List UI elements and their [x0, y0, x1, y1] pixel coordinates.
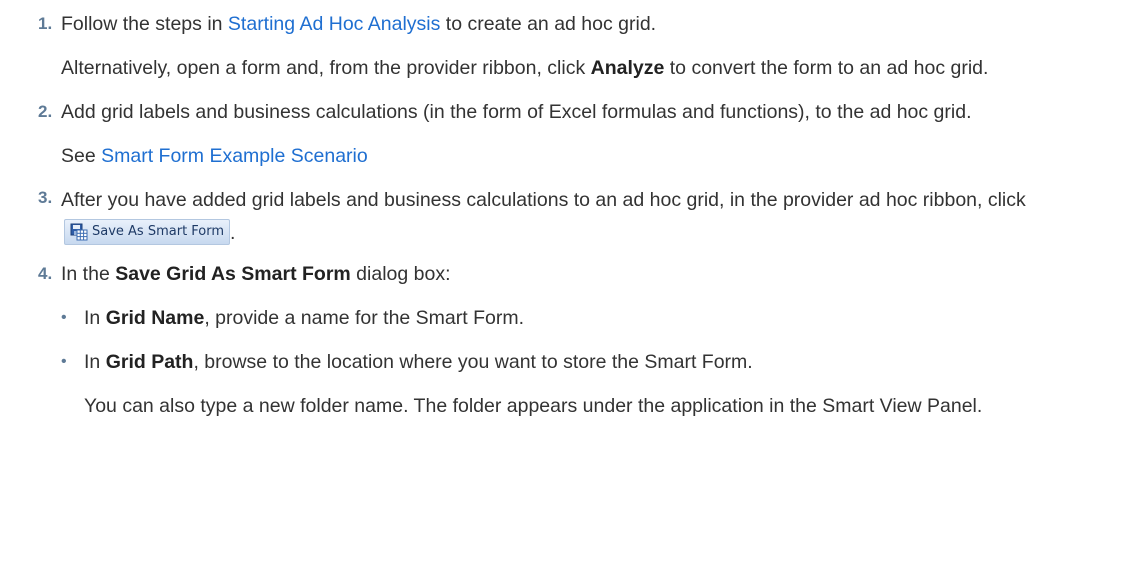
bullet-post: , browse to the location where you want … — [193, 351, 753, 373]
step-1: 1. Follow the steps in Starting Ad Hoc A… — [0, 10, 1126, 82]
step-text-post: . — [230, 222, 236, 244]
smart-form-example-scenario-link[interactable]: Smart Form Example Scenario — [101, 145, 368, 167]
step-alternative-text: Alternatively, open a form and, from the… — [61, 54, 1086, 82]
grid-path-term: Grid Path — [105, 351, 194, 373]
list-item: • In Grid Name, provide a name for the S… — [61, 304, 1086, 332]
bullet-text: In Grid Name, provide a name for the Sma… — [84, 304, 1086, 332]
step-text-post: to create an ad hoc grid. — [440, 13, 657, 35]
step-text: In the Save Grid As Smart Form dialog bo… — [61, 260, 1086, 288]
bullet-pre: In — [84, 351, 106, 373]
save-as-smart-form-label: Save As Smart Form — [92, 224, 225, 239]
step-number: 4. — [38, 264, 53, 283]
step-text-post: dialog box: — [350, 263, 451, 285]
grid-name-term: Grid Name — [105, 307, 205, 329]
step-text: After you have added grid labels and bus… — [61, 184, 1086, 250]
dialog-name-term: Save Grid As Smart Form — [115, 263, 351, 285]
step-text: Add grid labels and business calculation… — [61, 101, 972, 123]
step-text: Follow the steps in Starting Ad Hoc Anal… — [61, 10, 1086, 38]
step-number: 3. — [38, 188, 53, 207]
step-number: 2. — [38, 102, 53, 121]
see-also-text: See Smart Form Example Scenario — [61, 142, 1086, 170]
step-text-pre: In the — [61, 263, 116, 285]
bullet-text: In Grid Path, browse to the location whe… — [84, 348, 1086, 376]
bullet-marker: • — [61, 309, 67, 326]
save-as-smart-form-icon — [70, 223, 88, 241]
list-item: • In Grid Path, browse to the location w… — [61, 348, 1086, 420]
step-text-pre: After you have added grid labels and bus… — [61, 189, 1026, 211]
step-3: 3. After you have added grid labels and … — [0, 184, 1126, 250]
analyze-term: Analyze — [590, 57, 665, 79]
step-text-pre: Follow the steps in — [61, 13, 228, 35]
step-number: 1. — [38, 14, 53, 33]
see-pre: See — [61, 145, 102, 167]
note-text: You can also type a new folder name. The… — [84, 395, 983, 417]
starting-ad-hoc-analysis-link[interactable]: Starting Ad Hoc Analysis — [228, 13, 440, 35]
bullet-post: , provide a name for the Smart Form. — [204, 307, 525, 329]
alt-text-post: to convert the form to an ad hoc grid. — [664, 57, 989, 79]
alt-text-pre: Alternatively, open a form and, from the… — [61, 57, 591, 79]
bullet-marker: • — [61, 353, 67, 370]
bullet-pre: In — [84, 307, 106, 329]
step-2: 2. Add grid labels and business calculat… — [0, 98, 1126, 170]
save-as-smart-form-button[interactable]: Save As Smart Form — [64, 219, 231, 245]
document-page: 1. Follow the steps in Starting Ad Hoc A… — [0, 0, 1126, 420]
step-4: 4. In the Save Grid As Smart Form dialog… — [0, 260, 1126, 420]
